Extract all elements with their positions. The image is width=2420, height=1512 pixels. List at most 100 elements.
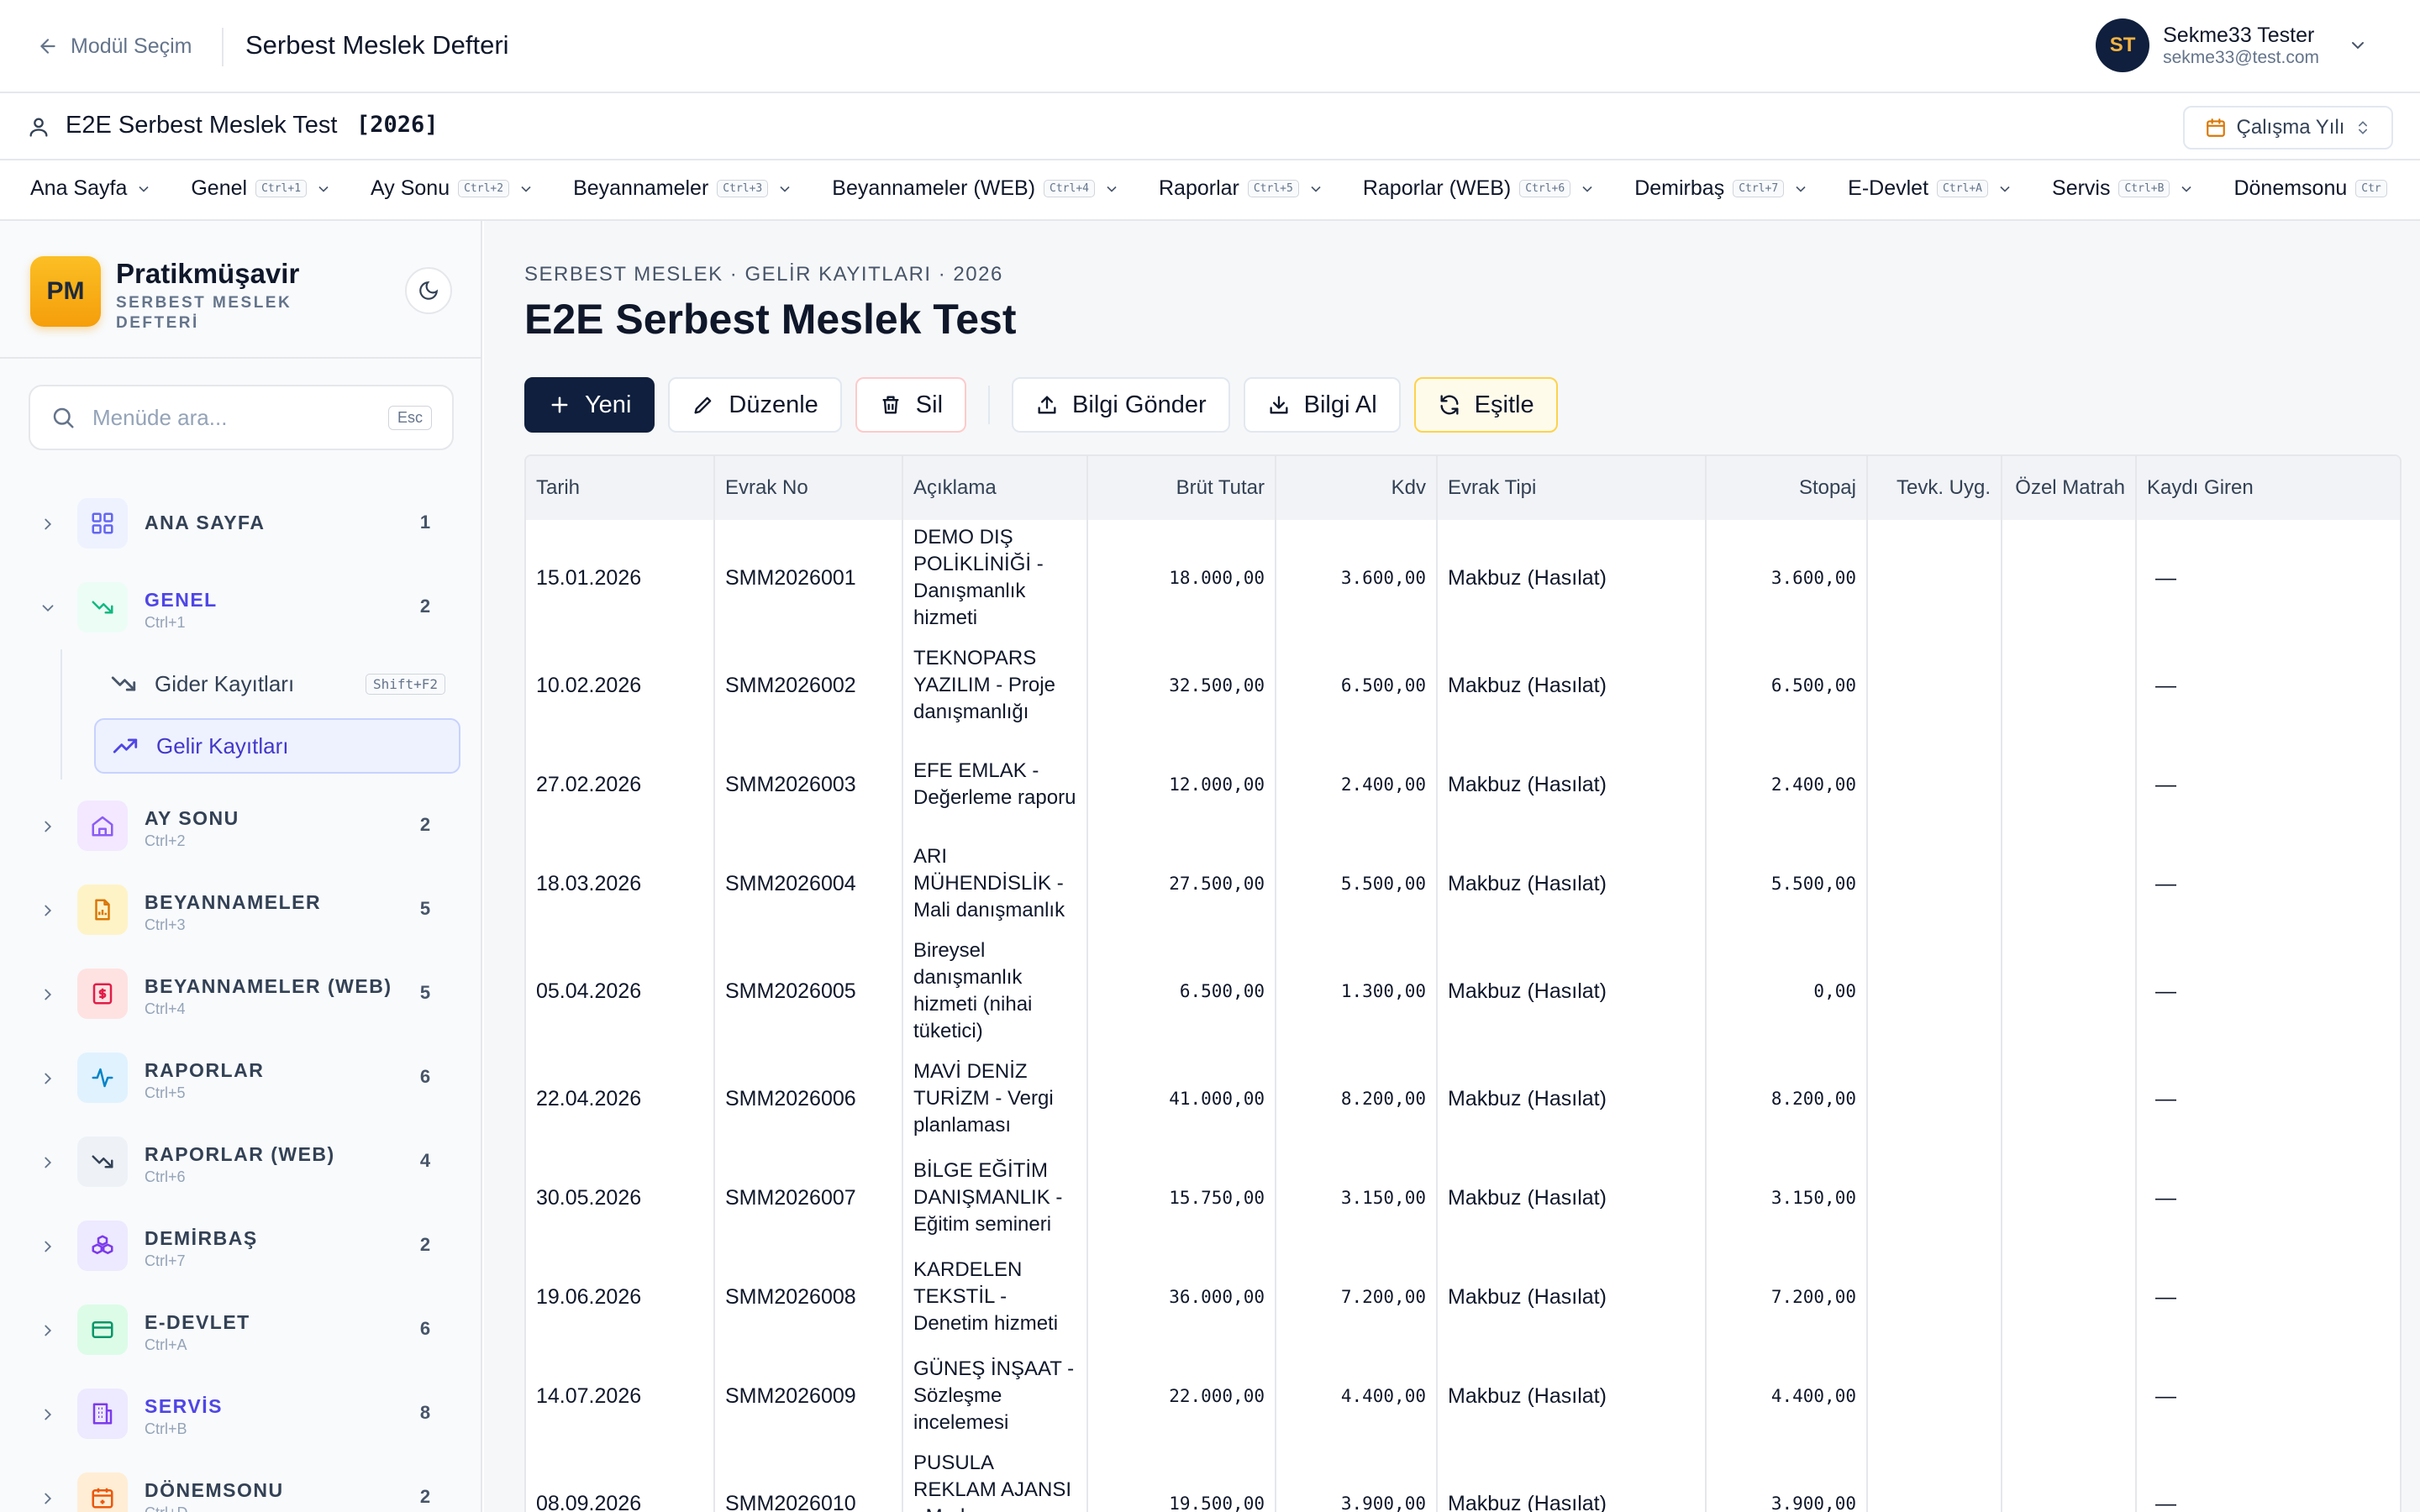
cell-document-type: Makbuz (Hasılat) <box>1437 1148 1707 1247</box>
cell-withholding <box>1867 735 2002 834</box>
column-header[interactable]: Evrak Tipi <box>1437 456 1707 520</box>
chevron-right-icon <box>45 1325 52 1336</box>
sidebar-item-ana-sayfa[interactable]: ANA SAYFA 1 <box>0 481 481 565</box>
menu-item-label: Demirbaş <box>1634 176 1725 200</box>
page-title: E2E Serbest Meslek Test <box>524 296 1017 343</box>
sync-button[interactable]: Eşitle <box>1413 377 1558 433</box>
column-header[interactable]: Tevk. Uyg. <box>1867 456 2002 520</box>
trend-up-icon <box>113 738 138 753</box>
table-row[interactable]: 05.04.2026 SMM2026005 Bireysel danışmanlık… <box>526 933 2400 1049</box>
cell-withholding <box>1867 933 2002 1049</box>
cell-gross-amount: 19.500,00 <box>1087 1446 1276 1512</box>
sidebar-item-e-devlet[interactable]: E-DEVLET Ctrl+A 6 <box>0 1288 481 1372</box>
edit-button[interactable]: Düzenle <box>668 377 842 433</box>
menu-item[interactable]: E-Devlet Ctrl+A <box>1848 176 2013 201</box>
cell-description: MAVİ DENİZ TURİZM - Vergi planlaması <box>902 1049 1088 1148</box>
table-row[interactable]: 14.07.2026 SMM2026009 GÜNEŞ İNŞAAT - Sözle… <box>526 1347 2400 1446</box>
sidebar-item-beyannameler[interactable]: BEYANNAMELER Ctrl+3 5 <box>0 868 481 952</box>
menu-item[interactable]: Dönemsonu Ctr <box>2233 176 2387 201</box>
table-row[interactable]: 08.09.2026 SMM2026010 PUSULA REKLAM AJANSI… <box>526 1446 2400 1512</box>
column-header[interactable]: Brüt Tutar <box>1087 456 1276 520</box>
chevron-right-icon <box>45 1409 52 1420</box>
menu-item[interactable]: Genel Ctrl+1 <box>191 176 332 201</box>
table-row[interactable]: 27.02.2026 SMM2026003 EFE EMLAK - Değerlem… <box>526 735 2400 834</box>
cell-stopaj: 4.400,00 <box>1706 1347 1868 1446</box>
sidebar-item-shortcut: Ctrl+3 <box>145 916 186 933</box>
menu-item[interactable]: Beyannameler Ctrl+3 <box>573 176 793 201</box>
cell-description: TEKNOPARS YAZILIM - Proje danışmanlığı <box>902 636 1088 735</box>
receive-info-button[interactable]: Bilgi Al <box>1243 377 1401 433</box>
chevron-right-icon <box>45 518 52 530</box>
menu-item-shortcut: Ctrl+A <box>1937 180 1989 197</box>
chevron-down-icon <box>1311 186 1321 192</box>
sidebar-subitem-gider-kayitlari[interactable]: Gider Kayıtları Shift+F2 <box>94 656 460 711</box>
menu-item[interactable]: Demirbaş Ctrl+7 <box>1634 176 1809 201</box>
sidebar-item-raporlar-web[interactable]: RAPORLAR (WEB) Ctrl+6 4 <box>0 1120 481 1204</box>
sidebar-item-demirbas[interactable]: DEMİRBAŞ Ctrl+7 2 <box>0 1204 481 1288</box>
building-icon <box>77 1389 128 1439</box>
menu-item[interactable]: Raporlar (WEB) Ctrl+6 <box>1363 176 1596 201</box>
sidebar-item-count: 6 <box>419 1066 431 1087</box>
sidebar-item-ay-sonu[interactable]: AY SONU Ctrl+2 2 <box>0 784 481 868</box>
column-header[interactable]: Stopaj <box>1706 456 1868 520</box>
company-bar: E2E Serbest Meslek Test [2026] Çalışma Y… <box>0 93 2420 160</box>
delete-button-label: Sil <box>915 391 944 418</box>
menu-item[interactable]: Raporlar Ctrl+5 <box>1159 176 1324 201</box>
chevron-right-icon <box>45 905 52 916</box>
menu-item[interactable]: Ana Sayfa <box>30 176 152 201</box>
cell-special-base <box>2002 520 2137 636</box>
back-to-module-link[interactable]: Modül Seçim <box>37 32 192 60</box>
sidebar-item-label: BEYANNAMELER <box>145 891 322 913</box>
chevron-right-icon <box>45 821 52 832</box>
menu-search-input[interactable]: Menüde ara... Esc <box>29 385 454 450</box>
sidebar-item-raporlar[interactable]: RAPORLAR Ctrl+5 6 <box>0 1036 481 1120</box>
trend-down-icon <box>77 1137 128 1187</box>
sidebar-item-shortcut: Ctrl+D <box>145 1504 188 1512</box>
main-menu-bar: Ana Sayfa Genel Ctrl+1 Ay Sonu Ctrl+2 Beyanna… <box>0 160 2420 221</box>
cell-description: EFE EMLAK - Değerleme raporu <box>902 735 1088 834</box>
column-header[interactable]: Özel Matrah <box>2002 456 2137 520</box>
cell-document-no: SMM2026009 <box>714 1347 903 1446</box>
table-row[interactable]: 15.01.2026 SMM2026001 DEMO DIŞ POLİKLİNİĞİ… <box>526 520 2400 636</box>
brand-name: Pratikmüşavir <box>116 258 300 289</box>
menu-item-label: E-Devlet <box>1848 176 1929 200</box>
main-content: SERBEST MESLEK · GELİR KAYITLARI · 2026 … <box>484 221 2420 1512</box>
column-header[interactable]: Kaydı Giren <box>2136 456 2400 520</box>
cell-document-type: Makbuz (Hasılat) <box>1437 933 1707 1049</box>
menu-item[interactable]: Ay Sonu Ctrl+2 <box>371 176 534 201</box>
new-button[interactable]: Yeni <box>524 377 655 433</box>
column-header[interactable]: Kdv <box>1276 456 1438 520</box>
cell-document-type: Makbuz (Hasılat) <box>1437 1247 1707 1347</box>
column-header[interactable]: Tarih <box>526 456 715 520</box>
sidebar-subitem-gelir-kayitlari[interactable]: Gelir Kayıtları <box>94 718 460 774</box>
user-menu[interactable]: ST Sekme33 Tester sekme33@test.com <box>2096 18 2368 72</box>
menu-item[interactable]: Servis Ctrl+B <box>2052 176 2195 201</box>
sidebar-item-beyannameler-web[interactable]: BEYANNAMELER (WEB) Ctrl+4 5 <box>0 952 481 1036</box>
cell-special-base <box>2002 933 2137 1049</box>
menu-item-label: Genel <box>191 176 248 200</box>
table-row[interactable]: 30.05.2026 SMM2026007 BİLGE EĞİTİM DANIŞMA… <box>526 1148 2400 1247</box>
menu-item-shortcut: Ctrl+5 <box>1247 180 1299 197</box>
working-year-button[interactable]: Çalışma Yılı <box>2183 106 2393 150</box>
table-row[interactable]: 10.02.2026 SMM2026002 TEKNOPARS YAZILIM - … <box>526 636 2400 735</box>
table-row[interactable]: 19.06.2026 SMM2026008 KARDELEN TEKSTİL - D… <box>526 1247 2400 1347</box>
sidebar-item-servis[interactable]: SERVİS Ctrl+B 8 <box>0 1372 481 1456</box>
cell-withholding <box>1867 1148 2002 1247</box>
column-header[interactable]: Evrak No <box>714 456 903 520</box>
edit-button-label: Düzenle <box>729 391 818 418</box>
cell-kdv: 7.200,00 <box>1276 1247 1438 1347</box>
menu-item[interactable]: Beyannameler (WEB) Ctrl+4 <box>832 176 1120 201</box>
column-header[interactable]: Açıklama <box>902 456 1088 520</box>
cell-stopaj: 8.200,00 <box>1706 1049 1868 1148</box>
cell-entered-by: — <box>2155 772 2176 796</box>
delete-button[interactable]: Sil <box>855 377 967 433</box>
divider <box>0 357 481 359</box>
table-row[interactable]: 18.03.2026 SMM2026004 ARI MÜHENDİSLİK - Ma… <box>526 834 2400 933</box>
sidebar-item-genel[interactable]: GENEL Ctrl+1 2 <box>0 565 481 649</box>
send-info-button[interactable]: Bilgi Gönder <box>1012 377 1230 433</box>
theme-toggle-button[interactable] <box>405 267 452 314</box>
cell-description: DEMO DIŞ POLİKLİNİĞİ - Danışmanlık hizme… <box>902 520 1088 636</box>
working-year-label: Çalışma Yılı <box>2236 116 2345 139</box>
sidebar-item-donemsonu[interactable]: DÖNEMSONU Ctrl+D 2 <box>0 1456 481 1512</box>
table-row[interactable]: 22.04.2026 SMM2026006 MAVİ DENİZ TURİZM - … <box>526 1049 2400 1148</box>
